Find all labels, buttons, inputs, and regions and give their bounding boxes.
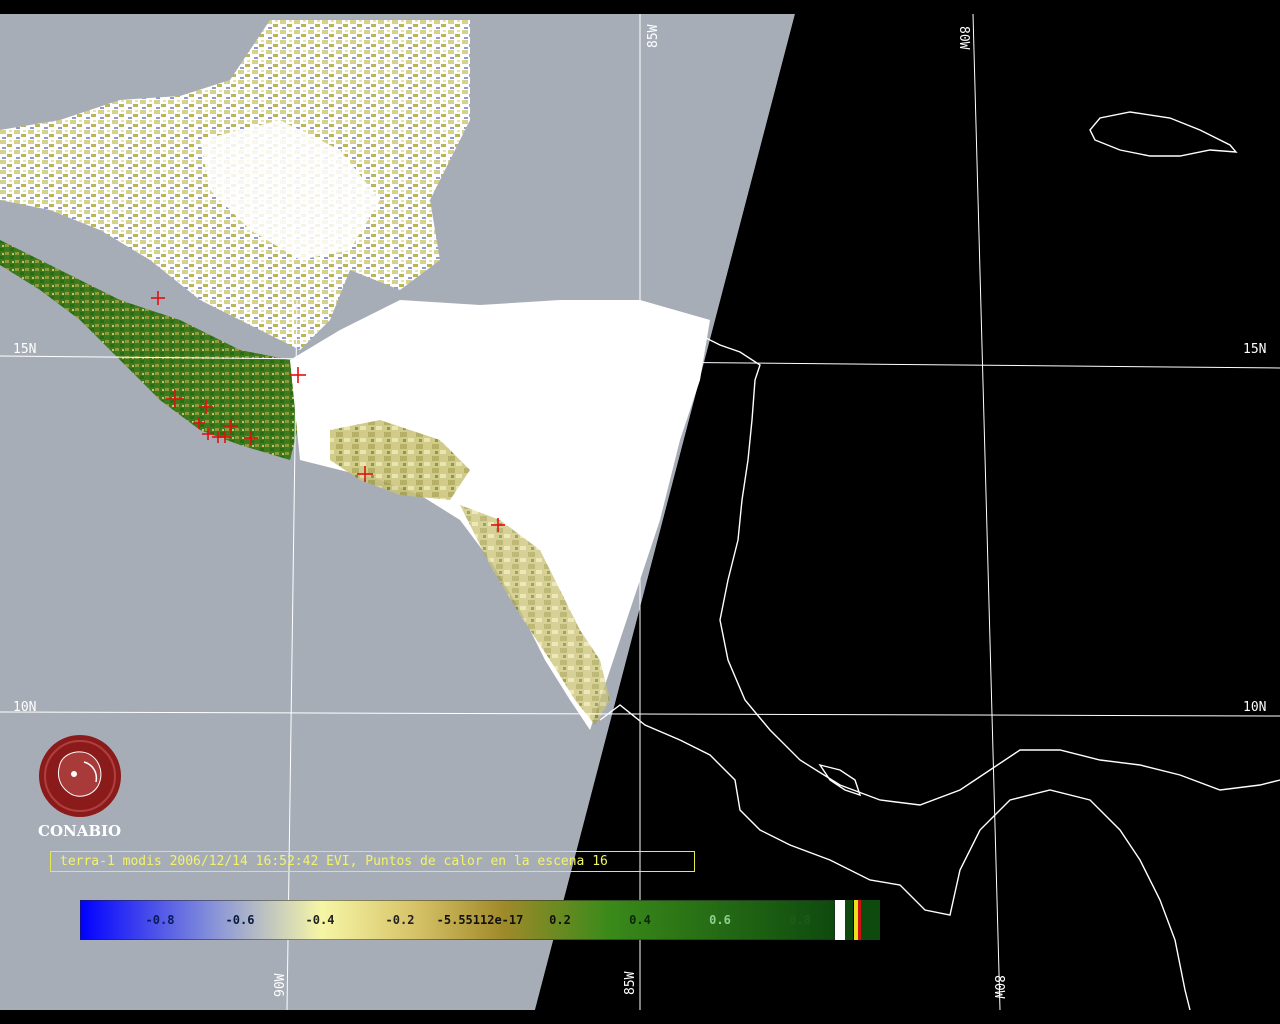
colorbar-end-red <box>858 900 861 940</box>
colorbar-end-green <box>861 900 880 940</box>
evi-colorbar: -0.8 -0.6 -0.4 -0.2 -5.55112e-17 0.2 0.4 0.6 0.8 <box>80 900 880 940</box>
lon-label-85w-top: 85W <box>646 24 661 48</box>
lon-label-80w-top: 80W <box>956 26 971 50</box>
lat-label-10n-right: 10N <box>1243 700 1266 715</box>
colorbar-tick-label: -0.2 <box>386 913 415 927</box>
colorbar-tick-label: 0.6 <box>709 913 731 927</box>
colorbar-end-yellow <box>854 900 858 940</box>
colorbar-end-dark <box>845 900 853 940</box>
colorbar-tick-label: 0.4 <box>629 913 651 927</box>
conabio-wordmark: CONABIO <box>38 822 122 840</box>
lon-label-85w-bottom: 85W <box>623 971 638 995</box>
lat-label-15n-right: 15N <box>1243 342 1266 357</box>
lat-label-10n-left: 10N <box>13 700 36 715</box>
colorbar-tick-label: -0.8 <box>146 913 175 927</box>
colorbar-tick-label: 0.8 <box>789 913 811 927</box>
colorbar-tick-label: -0.4 <box>306 913 335 927</box>
lon-label-90w-bottom: 90W <box>273 973 288 997</box>
colorbar-tick-label: -0.6 <box>226 913 255 927</box>
colorbar-end-white <box>835 900 845 940</box>
lon-label-80w-bottom: 80W <box>991 975 1006 999</box>
colorbar-tick-label: -5.55112e-17 <box>437 913 524 927</box>
scene-caption: terra-1 modis 2006/12/14 16:52:42 EVI, P… <box>50 851 695 872</box>
colorbar-tick-label: 0.2 <box>549 913 571 927</box>
lat-label-15n-left: 15N <box>13 342 36 357</box>
